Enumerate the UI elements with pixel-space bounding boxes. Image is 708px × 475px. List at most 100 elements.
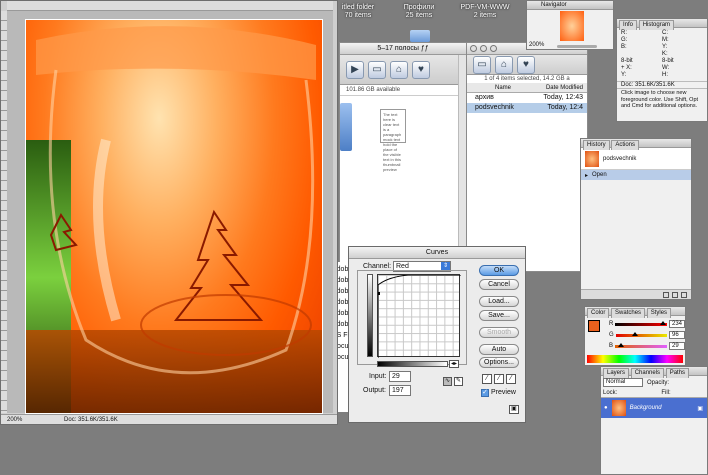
document-icon[interactable]: The text here is clear text is a paragra… bbox=[380, 109, 406, 172]
desktop-folder-2[interactable]: Профили 25 items bbox=[396, 4, 442, 20]
curve-line[interactable] bbox=[378, 275, 461, 358]
close-button[interactable] bbox=[470, 45, 477, 52]
layer-visibility-eye-icon[interactable]: ● bbox=[604, 405, 608, 411]
layers-palette: Layers Channels Paths Normal Opacity: Lo… bbox=[600, 366, 708, 475]
list-item-name: архив bbox=[475, 94, 494, 101]
slider-g-value[interactable]: 96 bbox=[669, 331, 685, 339]
finder-home-icon-2[interactable]: ⌂ bbox=[495, 55, 513, 74]
folder-icon[interactable] bbox=[410, 30, 430, 42]
finder-list-toolbar: ▭ ⌂ ♥ bbox=[467, 55, 587, 75]
expand-icon[interactable]: ▣ bbox=[509, 405, 519, 414]
foreground-swatch[interactable] bbox=[588, 320, 600, 332]
info-palette-tabs: Info Histogram bbox=[617, 19, 707, 30]
history-step-open[interactable]: ▸ Open bbox=[581, 170, 691, 180]
zoom-button[interactable] bbox=[490, 45, 497, 52]
slider-b-track[interactable] bbox=[615, 342, 667, 348]
slider-b-label: B bbox=[609, 343, 614, 349]
input-field[interactable]: 29 bbox=[389, 371, 411, 382]
options-button[interactable]: Options... bbox=[479, 357, 519, 368]
gradient-flip-icon[interactable]: ◂▸ bbox=[449, 360, 459, 368]
color-slider-r[interactable]: R 234 bbox=[609, 320, 685, 328]
curve-tool-icon[interactable]: ∿ bbox=[443, 377, 452, 386]
zoom-level[interactable]: 200% bbox=[7, 417, 22, 423]
image-document-window: 200% Doc: 351.6K/351.6K bbox=[0, 0, 338, 425]
slider-r-track[interactable] bbox=[615, 320, 667, 326]
desktop-folder-3-count: 2 items bbox=[473, 12, 497, 19]
save-button[interactable]: Save... bbox=[479, 310, 519, 321]
cancel-button[interactable]: Cancel bbox=[479, 279, 519, 290]
slider-b-value[interactable]: 29 bbox=[669, 342, 685, 350]
navigator-zoom[interactable]: 200% bbox=[529, 42, 544, 48]
navigator-thumbnail[interactable] bbox=[560, 11, 584, 41]
layer-row-background[interactable]: ● Background ▣ bbox=[601, 398, 707, 418]
layers-lock-row: Lock: Fill: bbox=[601, 389, 707, 398]
info-doc: Doc: 351.6K/351.6K bbox=[617, 81, 707, 88]
channel-value: Red bbox=[396, 263, 409, 270]
list-item-selected[interactable]: podsvechnik Today, 12:4 bbox=[467, 103, 587, 113]
smooth-button[interactable]: Smooth bbox=[479, 327, 519, 338]
white-eyedropper-icon[interactable]: ⁄ bbox=[506, 374, 516, 384]
curve-point[interactable] bbox=[378, 292, 380, 295]
tab-color[interactable]: Color bbox=[587, 308, 610, 318]
history-snapshot[interactable]: podsvechnik bbox=[581, 148, 691, 170]
finder-computer-icon[interactable]: ▭ bbox=[368, 60, 386, 79]
tab-histogram[interactable]: Histogram bbox=[638, 20, 675, 30]
finder-scrollbar[interactable] bbox=[458, 55, 466, 271]
column-header[interactable]: Name Date Modified bbox=[467, 83, 587, 93]
column-date[interactable]: Date Modified bbox=[546, 83, 583, 92]
finder-titlebar[interactable]: 5–17 полосы ƒƒ bbox=[340, 43, 466, 55]
photo-canvas[interactable] bbox=[25, 19, 323, 414]
tab-paths[interactable]: Paths bbox=[665, 368, 690, 378]
minimize-button[interactable] bbox=[480, 45, 487, 52]
navigator-zoom-slider[interactable] bbox=[557, 45, 597, 48]
finder-home-icon[interactable]: ⌂ bbox=[390, 60, 408, 79]
finder-folder-icon[interactable] bbox=[340, 103, 352, 151]
slider-g-label: G bbox=[609, 332, 614, 338]
color-slider-b[interactable]: B 29 bbox=[609, 342, 685, 350]
tab-history[interactable]: History bbox=[583, 140, 610, 150]
black-eyedropper-icon[interactable]: ⁄ bbox=[482, 374, 492, 384]
color-spectrum-ramp[interactable] bbox=[587, 355, 683, 363]
navigator-tab[interactable]: Navigator bbox=[527, 1, 613, 10]
slider-g-thumb[interactable] bbox=[632, 331, 639, 336]
new-document-icon[interactable] bbox=[663, 291, 669, 298]
output-field[interactable]: 197 bbox=[389, 385, 411, 396]
curves-titlebar[interactable]: Curves bbox=[349, 247, 525, 259]
desktop-folder-3[interactable]: PDF-VM-WWW 2 items bbox=[460, 4, 510, 20]
auto-button[interactable]: Auto bbox=[479, 344, 519, 355]
curve-grid[interactable] bbox=[377, 274, 461, 358]
info-w: W: bbox=[662, 65, 670, 71]
column-name[interactable]: Name bbox=[495, 83, 511, 92]
info-h: H: bbox=[662, 72, 668, 78]
tab-styles[interactable]: Styles bbox=[646, 308, 672, 318]
tab-info[interactable]: Info bbox=[619, 20, 638, 30]
tab-channels[interactable]: Channels bbox=[630, 368, 665, 378]
blend-mode-select[interactable]: Normal bbox=[603, 378, 643, 387]
list-item[interactable]: архив Today, 12:43 bbox=[467, 93, 587, 103]
tab-actions[interactable]: Actions bbox=[611, 140, 640, 150]
trash-icon[interactable] bbox=[681, 291, 687, 298]
pencil-tool-icon[interactable]: ✎ bbox=[454, 377, 463, 386]
slider-g-track[interactable] bbox=[615, 331, 667, 337]
info-y: Y: bbox=[662, 44, 668, 50]
desktop-folder-1[interactable]: itled folder 70 items bbox=[338, 4, 378, 20]
slider-r-value[interactable]: 234 bbox=[669, 320, 685, 328]
finder-favorites-icon[interactable]: ♥ bbox=[412, 60, 430, 79]
ok-button[interactable]: OK bbox=[479, 265, 519, 276]
gray-eyedropper-icon[interactable]: ⁄ bbox=[494, 374, 504, 384]
lock-label: Lock: bbox=[603, 390, 618, 396]
load-button[interactable]: Load... bbox=[479, 296, 519, 307]
finder-computer-icon-2[interactable]: ▭ bbox=[473, 55, 491, 74]
tab-layers[interactable]: Layers bbox=[603, 368, 630, 378]
color-slider-g[interactable]: G 96 bbox=[609, 331, 685, 339]
preview-checkbox[interactable]: ✓ bbox=[481, 389, 489, 397]
layer-lock-icon: ▣ bbox=[697, 405, 703, 412]
document-size[interactable]: Doc: 351.6K/351.6K bbox=[64, 417, 118, 423]
slider-b-thumb[interactable] bbox=[617, 342, 624, 347]
finder-back-icon[interactable]: ▶ bbox=[346, 60, 364, 79]
new-snapshot-icon[interactable] bbox=[672, 291, 678, 298]
slider-r-thumb[interactable] bbox=[659, 320, 666, 325]
tab-swatches[interactable]: Swatches bbox=[611, 308, 646, 318]
canvas-area[interactable] bbox=[7, 11, 333, 414]
finder-favorites-icon-2[interactable]: ♥ bbox=[517, 55, 535, 74]
